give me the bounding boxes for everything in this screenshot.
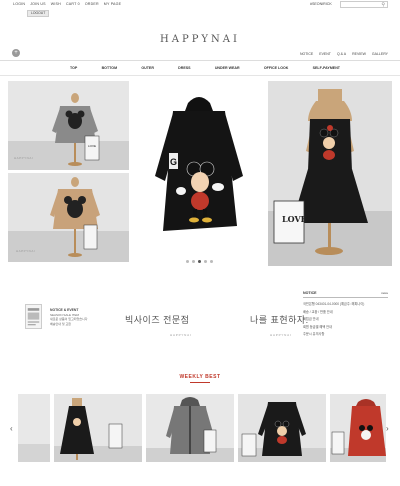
- category-office-look[interactable]: OFFICE LOOK: [264, 66, 289, 70]
- nav-event[interactable]: EVENT: [319, 52, 331, 56]
- notice-thumbnail[interactable]: [25, 304, 42, 329]
- weekly-item-gray-hoodie[interactable]: [146, 394, 234, 462]
- more-link[interactable]: more: [381, 291, 388, 295]
- category-top[interactable]: TOP: [70, 66, 77, 70]
- notice-board-header: NOTICE more: [303, 291, 388, 298]
- category-menu: TOP BOTTOM OUTER DRESS UNDER WEAR OFFICE…: [70, 66, 340, 70]
- title-underline: [190, 382, 210, 383]
- board-nav: NOTICE EVENT Q & A REVIEW GALLERY: [300, 52, 388, 56]
- slider-pagination: [186, 260, 213, 263]
- search-input[interactable]: ⚲: [340, 1, 388, 8]
- account-links: LOGIN JOIN US WISH CART 0 ORDER MY PAGE: [13, 2, 121, 6]
- slider-dot[interactable]: [210, 260, 213, 263]
- cart-link[interactable]: CART 0: [66, 2, 80, 6]
- product-photo-black-hoodie[interactable]: G: [133, 81, 264, 266]
- list-item[interactable]: 회원 등급별 혜택 안내: [303, 324, 388, 332]
- watermark: HAPPYNAI: [16, 249, 36, 253]
- product-photo-black-dress[interactable]: LOVE: [268, 81, 392, 266]
- prev-arrow-icon[interactable]: ‹: [10, 424, 13, 433]
- category-bottom[interactable]: BOTTOM: [102, 66, 118, 70]
- divider: [0, 75, 400, 76]
- weekly-item-black-mickey[interactable]: [238, 394, 326, 462]
- login-link[interactable]: LOGIN: [13, 2, 25, 6]
- nav-notice[interactable]: NOTICE: [300, 52, 313, 56]
- love-sign: LOVE: [282, 214, 307, 224]
- category-outer[interactable]: OUTER: [141, 66, 154, 70]
- cart-label: CART: [65, 2, 77, 6]
- category-self-payment[interactable]: SELF-PAYMENT: [313, 66, 340, 70]
- banner-express-sub: HAPPYNAI: [270, 333, 292, 337]
- list-item[interactable]: 배송 / 교환 / 반품 안내: [303, 309, 388, 317]
- nav-gallery[interactable]: GALLERY: [372, 52, 388, 56]
- list-item[interactable]: 적립금 안내: [303, 316, 388, 324]
- banner-express[interactable]: 나를 표현하자.: [250, 313, 309, 326]
- slider-dot[interactable]: [192, 260, 195, 263]
- divider: [0, 60, 400, 61]
- search-icon[interactable]: ⚲: [381, 2, 385, 8]
- top-utility-bar: LOGIN JOIN US WISH CART 0 ORDER MY PAGE …: [0, 0, 400, 18]
- mypage-link[interactable]: MY PAGE: [104, 2, 121, 6]
- cart-count: 0: [77, 2, 80, 6]
- wish-link[interactable]: WISH: [51, 2, 61, 6]
- slider-dot-active[interactable]: [198, 260, 201, 263]
- logout-button[interactable]: LOGOUT: [27, 10, 50, 17]
- notice-board: NOTICE more 국민은행 043401-04-0000 (예금주: 해피…: [303, 291, 388, 339]
- list-item[interactable]: 국민은행 043401-04-0000 (예금주: 해피나이): [303, 301, 388, 309]
- notice-summary[interactable]: NOTICE & EVENT SEASON SALE ITEM 새로운 상품이 …: [50, 308, 88, 326]
- join-link[interactable]: JOIN US: [30, 2, 46, 6]
- next-arrow-icon[interactable]: ›: [386, 424, 389, 433]
- slider-dot[interactable]: [186, 260, 189, 263]
- order-link[interactable]: ORDER: [85, 2, 99, 6]
- svg-text:LOVE: LOVE: [88, 144, 96, 148]
- weekly-item-partial[interactable]: [18, 394, 50, 462]
- product-photo-gray-knit[interactable]: LOVE HAPPYNAI: [8, 81, 129, 170]
- slider-dot[interactable]: [204, 260, 207, 263]
- notice-board-title: NOTICE: [303, 291, 317, 295]
- nav-review[interactable]: REVIEW: [352, 52, 366, 56]
- plus-icon[interactable]: +: [12, 49, 20, 57]
- watermark: HAPPYNAI: [14, 156, 34, 160]
- notice-summary-line: 새로운 상품이 입고되었습니다: [50, 317, 88, 321]
- product-photo-beige-knit[interactable]: HAPPYNAI: [8, 173, 129, 262]
- banner-bigsize[interactable]: 빅사이즈 전문점: [125, 313, 189, 326]
- notice-board-list: 국민은행 043401-04-0000 (예금주: 해피나이) 배송 / 교환 …: [303, 301, 388, 339]
- nav-qna[interactable]: Q & A: [337, 52, 346, 56]
- hash-label[interactable]: #SEONIRICK: [310, 2, 332, 6]
- notice-summary-line: 배송안내 및 교환: [50, 321, 71, 326]
- list-item[interactable]: 주문시 유의사항: [303, 331, 388, 339]
- category-underwear[interactable]: UNDER WEAR: [215, 66, 240, 70]
- category-dress[interactable]: DRESS: [178, 66, 190, 70]
- svg-text:G: G: [170, 157, 177, 167]
- site-logo[interactable]: HAPPYNAI: [0, 34, 400, 45]
- banner-bigsize-sub: HAPPYNAI: [170, 333, 192, 337]
- weekly-best-title: WEEKLY BEST: [179, 374, 221, 380]
- weekly-item-black-dress[interactable]: [54, 394, 142, 462]
- weekly-item-red-hoodie[interactable]: [330, 394, 386, 462]
